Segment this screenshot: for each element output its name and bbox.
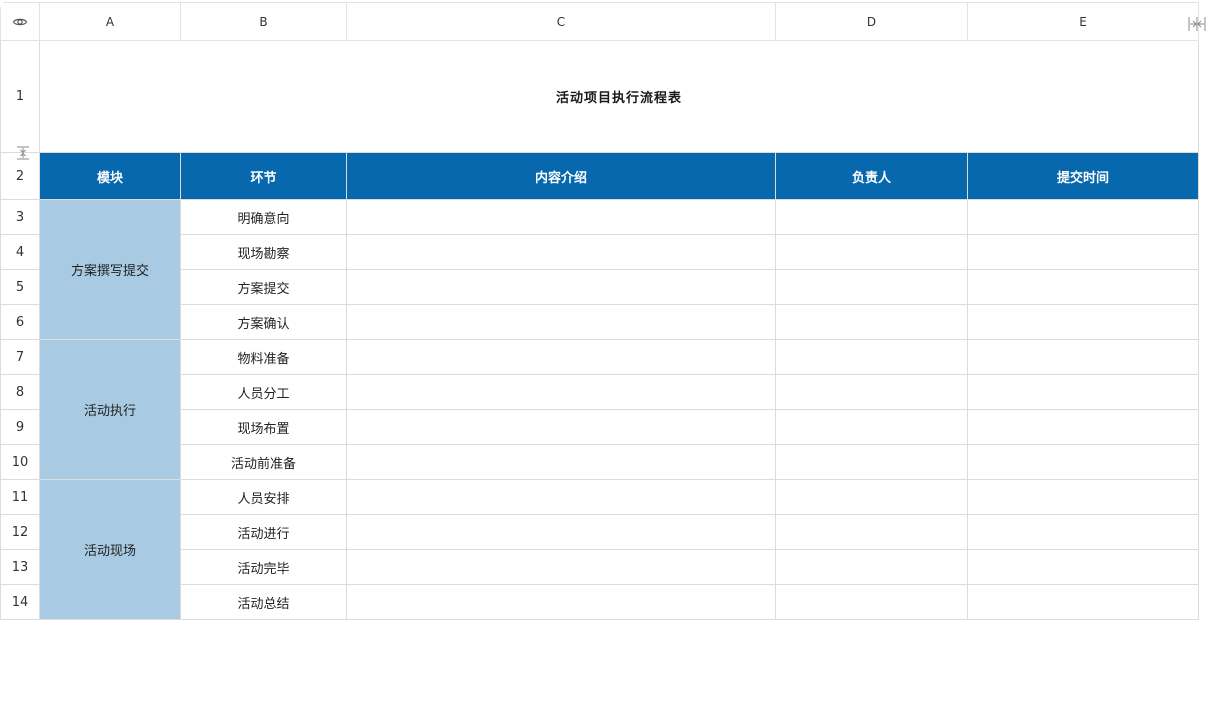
submit-time-cell[interactable] — [967, 234, 1199, 270]
content-cell[interactable] — [346, 479, 776, 515]
step-cell[interactable]: 活动进行 — [180, 514, 347, 550]
column-header-c[interactable]: C — [346, 2, 776, 41]
column-header-d[interactable]: D — [775, 2, 968, 41]
column-header-b[interactable]: B — [180, 2, 347, 41]
row-number[interactable]: 12 — [0, 514, 40, 550]
owner-cell[interactable] — [775, 584, 968, 620]
owner-cell[interactable] — [775, 199, 968, 235]
row-number[interactable]: 14 — [0, 584, 40, 620]
table-row: 13 活动完毕 — [0, 549, 1199, 585]
content-cell[interactable] — [346, 409, 776, 445]
row-number[interactable]: 7 — [0, 339, 40, 375]
column-header-e[interactable]: E — [967, 2, 1199, 41]
row-number[interactable]: 4 — [0, 234, 40, 270]
header-module[interactable]: 模块 — [39, 152, 181, 200]
table-row: 10 活动前准备 — [0, 444, 1199, 480]
spreadsheet-grid: A B C D E 1 活动项目执行流程表 2 模块 环节 内容介绍 负责人 提… — [0, 2, 1199, 620]
row-number[interactable]: 10 — [0, 444, 40, 480]
content-cell[interactable] — [346, 269, 776, 305]
table-header-row: 2 模块 环节 内容介绍 负责人 提交时间 — [0, 152, 1199, 200]
submit-time-cell[interactable] — [967, 514, 1199, 550]
table-row: 1 活动项目执行流程表 — [0, 40, 1199, 153]
content-cell[interactable] — [346, 339, 776, 375]
module-cell[interactable]: 活动执行 — [39, 339, 181, 480]
header-step[interactable]: 环节 — [180, 152, 347, 200]
owner-cell[interactable] — [775, 479, 968, 515]
owner-cell[interactable] — [775, 269, 968, 305]
row-number[interactable]: 13 — [0, 549, 40, 585]
owner-cell[interactable] — [775, 304, 968, 340]
row-number[interactable]: 9 — [0, 409, 40, 445]
owner-cell[interactable] — [775, 549, 968, 585]
content-cell[interactable] — [346, 234, 776, 270]
freeze-columns-handle-icon[interactable] — [1188, 16, 1206, 32]
content-cell[interactable] — [346, 304, 776, 340]
table-row: 9 现场布置 — [0, 409, 1199, 445]
content-cell[interactable] — [346, 514, 776, 550]
table-row: 14 活动总结 — [0, 584, 1199, 620]
row-number[interactable]: 8 — [0, 374, 40, 410]
owner-cell[interactable] — [775, 514, 968, 550]
owner-cell[interactable] — [775, 339, 968, 375]
sheet-title[interactable]: 活动项目执行流程表 — [39, 40, 1199, 153]
submit-time-cell[interactable] — [967, 584, 1199, 620]
row-number[interactable]: 11 — [0, 479, 40, 515]
header-owner[interactable]: 负责人 — [775, 152, 968, 200]
row-number[interactable]: 3 — [0, 199, 40, 235]
submit-time-cell[interactable] — [967, 199, 1199, 235]
step-cell[interactable]: 现场勘察 — [180, 234, 347, 270]
submit-time-cell[interactable] — [967, 409, 1199, 445]
step-cell[interactable]: 物料准备 — [180, 339, 347, 375]
table-row: 3 方案撰写提交 明确意向 — [0, 199, 1199, 340]
step-cell[interactable]: 方案确认 — [180, 304, 347, 340]
row-number[interactable]: 1 — [0, 40, 40, 153]
column-header-a[interactable]: A — [39, 2, 181, 41]
submit-time-cell[interactable] — [967, 269, 1199, 305]
spreadsheet: A B C D E 1 活动项目执行流程表 2 模块 环节 内容介绍 负责人 提… — [0, 0, 1210, 702]
row-number[interactable]: 5 — [0, 269, 40, 305]
table-row: 7 活动执行 物料准备 — [0, 339, 1199, 480]
content-cell[interactable] — [346, 549, 776, 585]
step-cell[interactable]: 明确意向 — [180, 199, 347, 235]
table-row: 11 活动现场 人员安排 — [0, 479, 1199, 620]
table-row: 8 人员分工 — [0, 374, 1199, 410]
step-cell[interactable]: 人员安排 — [180, 479, 347, 515]
submit-time-cell[interactable] — [967, 339, 1199, 375]
step-cell[interactable]: 活动总结 — [180, 584, 347, 620]
content-cell[interactable] — [346, 374, 776, 410]
table-row: 5 方案提交 — [0, 269, 1199, 305]
header-content[interactable]: 内容介绍 — [346, 152, 776, 200]
freeze-rows-handle-icon[interactable] — [16, 146, 30, 160]
owner-cell[interactable] — [775, 409, 968, 445]
table-row: 4 现场勘察 — [0, 234, 1199, 270]
table-row: 12 活动进行 — [0, 514, 1199, 550]
content-cell[interactable] — [346, 584, 776, 620]
submit-time-cell[interactable] — [967, 549, 1199, 585]
column-header-row: A B C D E — [0, 2, 1199, 41]
step-cell[interactable]: 活动前准备 — [180, 444, 347, 480]
select-all-corner[interactable] — [0, 2, 40, 41]
row-number[interactable]: 6 — [0, 304, 40, 340]
module-cell[interactable]: 活动现场 — [39, 479, 181, 620]
content-cell[interactable] — [346, 444, 776, 480]
eye-icon[interactable] — [12, 14, 28, 30]
submit-time-cell[interactable] — [967, 374, 1199, 410]
submit-time-cell[interactable] — [967, 444, 1199, 480]
header-submit-time[interactable]: 提交时间 — [967, 152, 1199, 200]
owner-cell[interactable] — [775, 444, 968, 480]
module-cell[interactable]: 方案撰写提交 — [39, 199, 181, 340]
step-cell[interactable]: 方案提交 — [180, 269, 347, 305]
submit-time-cell[interactable] — [967, 479, 1199, 515]
submit-time-cell[interactable] — [967, 304, 1199, 340]
owner-cell[interactable] — [775, 374, 968, 410]
step-cell[interactable]: 人员分工 — [180, 374, 347, 410]
table-row: 6 方案确认 — [0, 304, 1199, 340]
content-cell[interactable] — [346, 199, 776, 235]
step-cell[interactable]: 活动完毕 — [180, 549, 347, 585]
step-cell[interactable]: 现场布置 — [180, 409, 347, 445]
owner-cell[interactable] — [775, 234, 968, 270]
